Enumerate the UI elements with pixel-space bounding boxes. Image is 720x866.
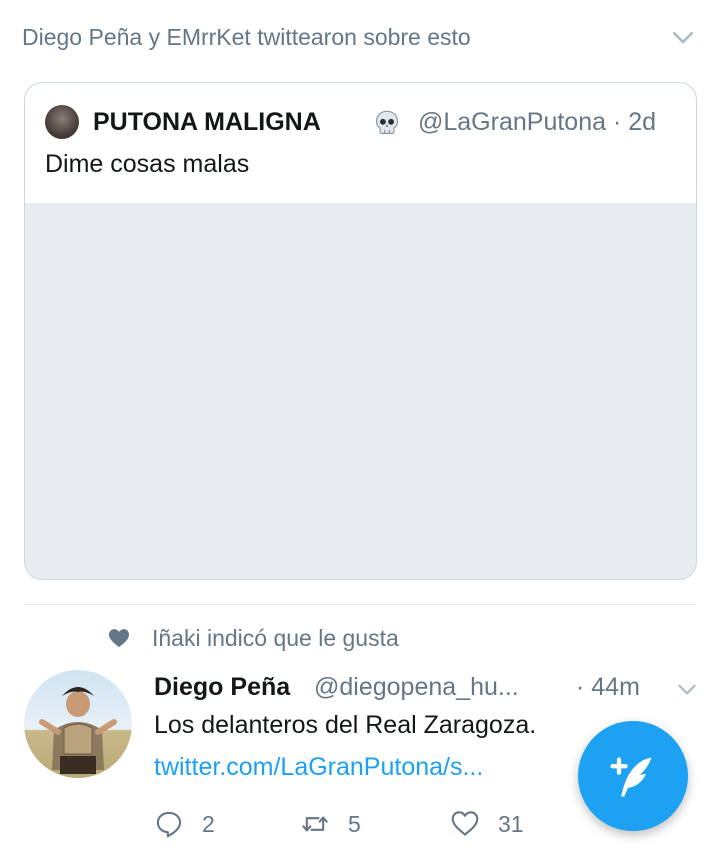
chevron-down-icon[interactable] [668, 22, 698, 52]
like-count: 31 [498, 811, 524, 837]
avatar-figure [39, 687, 117, 774]
heart-filled-icon [109, 629, 129, 648]
skull-emoji-icon [375, 110, 399, 135]
quoted-tweet-image-placeholder[interactable] [25, 203, 696, 579]
compose-tweet-button[interactable] [578, 721, 688, 831]
chevron-down-icon[interactable] [674, 676, 700, 702]
quoted-tweet-display-name: PUTONA MALIGNA [93, 108, 321, 136]
quoted-tweet-card[interactable]: PUTONA MALIGNA @LaGranPutona · 2d Dime c… [24, 82, 697, 580]
compose-feather-icon [610, 757, 652, 797]
social-context-text: Iñaki indicó que le gusta [152, 625, 399, 651]
context-header: Diego Peña y EMrrKet twittearon sobre es… [22, 20, 700, 56]
tweet-author-avatar[interactable] [24, 670, 132, 778]
tweet-header: Diego Peña @diegopena_hu... · 44m [154, 670, 700, 706]
reply-icon [156, 811, 182, 838]
tweet-actions: 2 5 31 [154, 806, 654, 842]
tweet-divider [24, 604, 696, 605]
retweet-count: 5 [348, 811, 361, 837]
retweet-icon [302, 816, 328, 832]
heart-icon [451, 811, 479, 836]
tweet-link[interactable]: twitter.com/LaGranPutona/s... [154, 750, 483, 784]
quoted-tweet-handle-time: @LaGranPutona · 2d [418, 108, 657, 136]
tweet-author-handle[interactable]: @diegopena_hu... [314, 670, 519, 704]
tweet-text: Los delanteros del Real Zaragoza. [154, 711, 537, 739]
reply-count: 2 [202, 811, 215, 837]
context-header-text: Diego Peña y EMrrKet twittearon sobre es… [22, 24, 471, 50]
quoted-tweet-avatar[interactable] [45, 105, 79, 139]
tweet-timestamp: · 44m [576, 673, 640, 701]
quoted-tweet-text: Dime cosas malas [45, 150, 250, 178]
quoted-tweet-header: PUTONA MALIGNA @LaGranPutona · 2d [45, 103, 680, 143]
tweet-author-name[interactable]: Diego Peña [154, 670, 290, 704]
